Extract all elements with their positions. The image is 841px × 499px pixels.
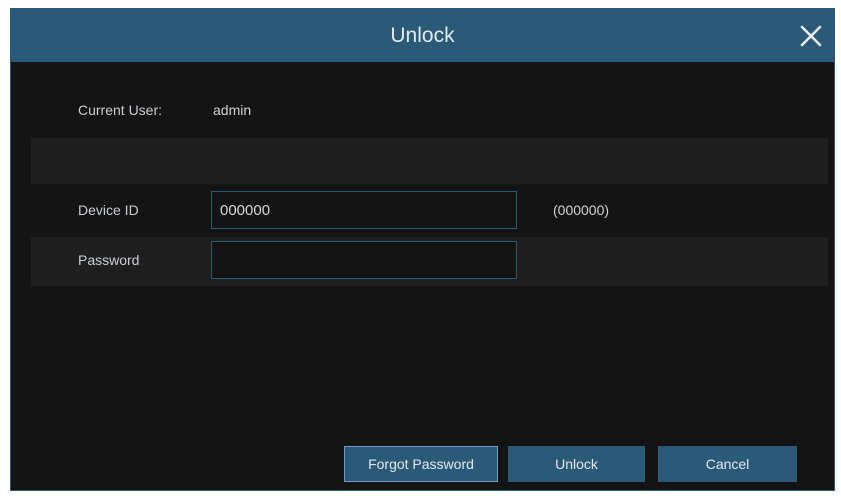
- current-user-value: admin: [213, 102, 252, 118]
- cancel-button[interactable]: Cancel: [658, 446, 797, 482]
- current-user-label: Current User:: [78, 102, 163, 118]
- close-button[interactable]: [796, 21, 826, 51]
- current-user-row: Current User: admin: [31, 87, 828, 133]
- device-id-input[interactable]: [211, 191, 517, 229]
- device-id-hint: (000000): [553, 202, 610, 218]
- password-input[interactable]: [211, 241, 517, 279]
- device-id-label: Device ID: [78, 202, 139, 218]
- dialog-title: Unlock: [390, 24, 455, 47]
- forgot-password-button[interactable]: Forgot Password: [344, 446, 498, 482]
- unlock-button[interactable]: Unlock: [508, 446, 645, 482]
- password-row: Password: [31, 237, 828, 286]
- unlock-dialog: Unlock Current User: admin Device ID (00…: [10, 8, 835, 491]
- dialog-titlebar: Unlock: [11, 9, 834, 62]
- device-id-row: Device ID (000000): [31, 188, 828, 234]
- password-label: Password: [78, 252, 140, 268]
- spacer-row: [31, 138, 828, 184]
- close-x-icon: [800, 25, 822, 47]
